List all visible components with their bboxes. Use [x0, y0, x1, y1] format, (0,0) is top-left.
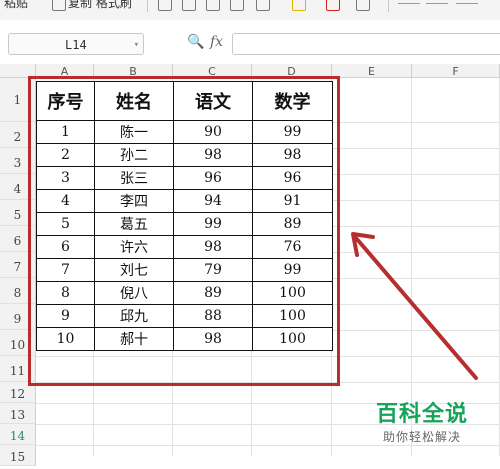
cell-reference: L14: [65, 38, 87, 52]
align-right-icon[interactable]: [456, 3, 478, 4]
italic-icon[interactable]: [182, 0, 196, 11]
formula-bar: L14 ▾ 🔍 fx: [0, 20, 500, 64]
copy-icon[interactable]: [52, 0, 66, 11]
formula-input[interactable]: [232, 33, 500, 55]
align-center-icon[interactable]: [426, 3, 448, 4]
format-painter-button[interactable]: 复制 格式刷: [68, 0, 132, 11]
annotation-highlight-box: [28, 76, 340, 386]
fill-color-icon[interactable]: [292, 0, 306, 11]
function-icon[interactable]: fx: [210, 34, 223, 50]
watermark-tagline: 助你轻松解决: [383, 430, 462, 444]
toolbar-divider: [388, 0, 389, 12]
row-header[interactable]: 13: [0, 403, 36, 424]
paste-button[interactable]: 粘贴: [4, 0, 28, 11]
row-header-active[interactable]: 14: [0, 424, 36, 445]
align-left-icon[interactable]: [398, 3, 420, 4]
underline-icon[interactable]: [206, 0, 220, 11]
column-header-f[interactable]: F: [412, 64, 500, 78]
font-color-icon[interactable]: [326, 0, 340, 11]
merge-cells-icon[interactable]: [256, 0, 270, 11]
chevron-down-icon[interactable]: ▾: [134, 34, 139, 56]
ribbon-toolbar: 粘贴 复制 格式刷: [0, 0, 500, 21]
border-icon[interactable]: [230, 0, 244, 11]
grid-line: [36, 445, 500, 446]
zoom-icon[interactable]: 🔍: [187, 34, 204, 50]
clear-format-icon[interactable]: [356, 0, 370, 11]
watermark-title: 百科全说: [376, 402, 469, 427]
bold-icon[interactable]: [158, 0, 172, 11]
toolbar-divider: [147, 0, 148, 12]
name-box[interactable]: L14 ▾: [8, 33, 144, 55]
column-header-e[interactable]: E: [332, 64, 412, 78]
